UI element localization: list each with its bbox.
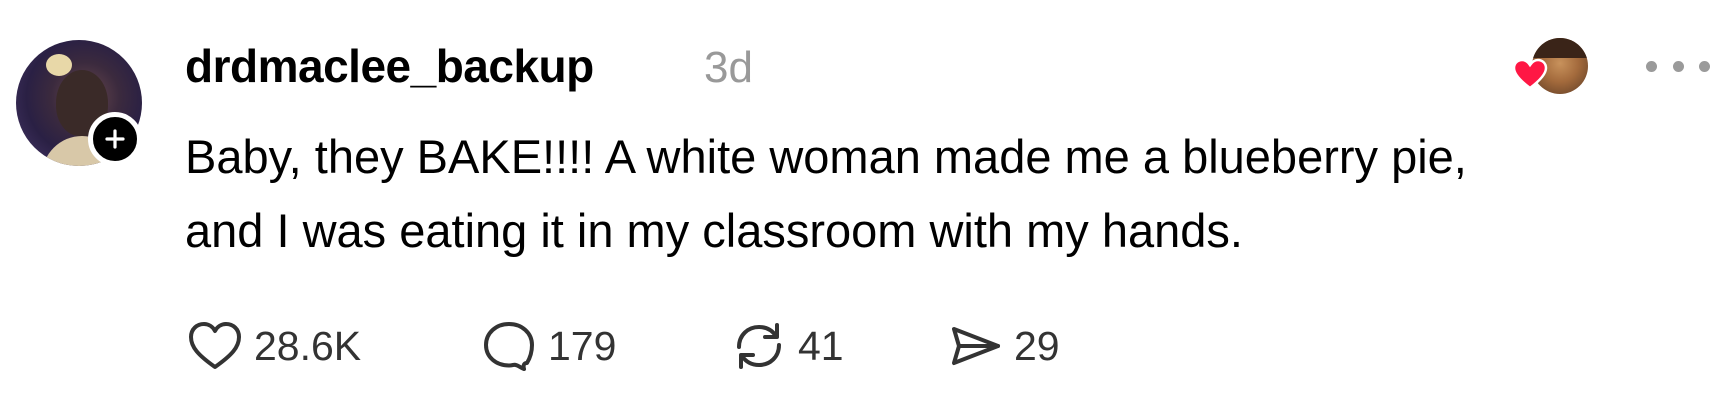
plus-icon	[105, 129, 125, 149]
heart-icon	[1512, 58, 1548, 90]
share-button[interactable]: 29	[946, 316, 1060, 376]
repost-arrows-icon	[737, 323, 781, 369]
liked-by-indicator[interactable]	[1512, 36, 1592, 94]
author-username[interactable]: drdmaclee_backup	[185, 38, 594, 94]
more-options-button[interactable]	[1646, 48, 1710, 84]
repost-button[interactable]: 41	[730, 316, 844, 376]
ellipsis-icon-dot	[1699, 60, 1710, 72]
post-text-line: and I was eating it in my classroom with…	[185, 204, 1243, 257]
post-text-line: Baby, they BAKE!!!! A white woman made m…	[185, 130, 1467, 183]
comment-button[interactable]: 179	[480, 316, 616, 376]
liker-avatar-hair	[1532, 38, 1588, 58]
post-text: Baby, they BAKE!!!! A white woman made m…	[185, 120, 1685, 268]
heart-icon	[189, 322, 241, 369]
repost-count: 41	[798, 323, 844, 369]
avatar-hair-bow	[46, 54, 72, 76]
follow-button[interactable]	[88, 112, 142, 166]
like-button[interactable]: 28.6K	[186, 316, 361, 376]
post-timestamp: 3d	[704, 43, 753, 92]
ellipsis-icon-dot	[1672, 60, 1684, 72]
share-count: 29	[1014, 323, 1060, 369]
post-card: drdmaclee_backup 3d Baby, they BAKE!!!! …	[0, 0, 1728, 410]
speech-bubble-icon	[484, 322, 534, 371]
comment-count: 179	[548, 323, 617, 369]
ellipsis-icon-dot	[1646, 60, 1657, 72]
like-count: 28.6K	[254, 323, 362, 369]
paper-plane-icon	[952, 327, 1000, 365]
